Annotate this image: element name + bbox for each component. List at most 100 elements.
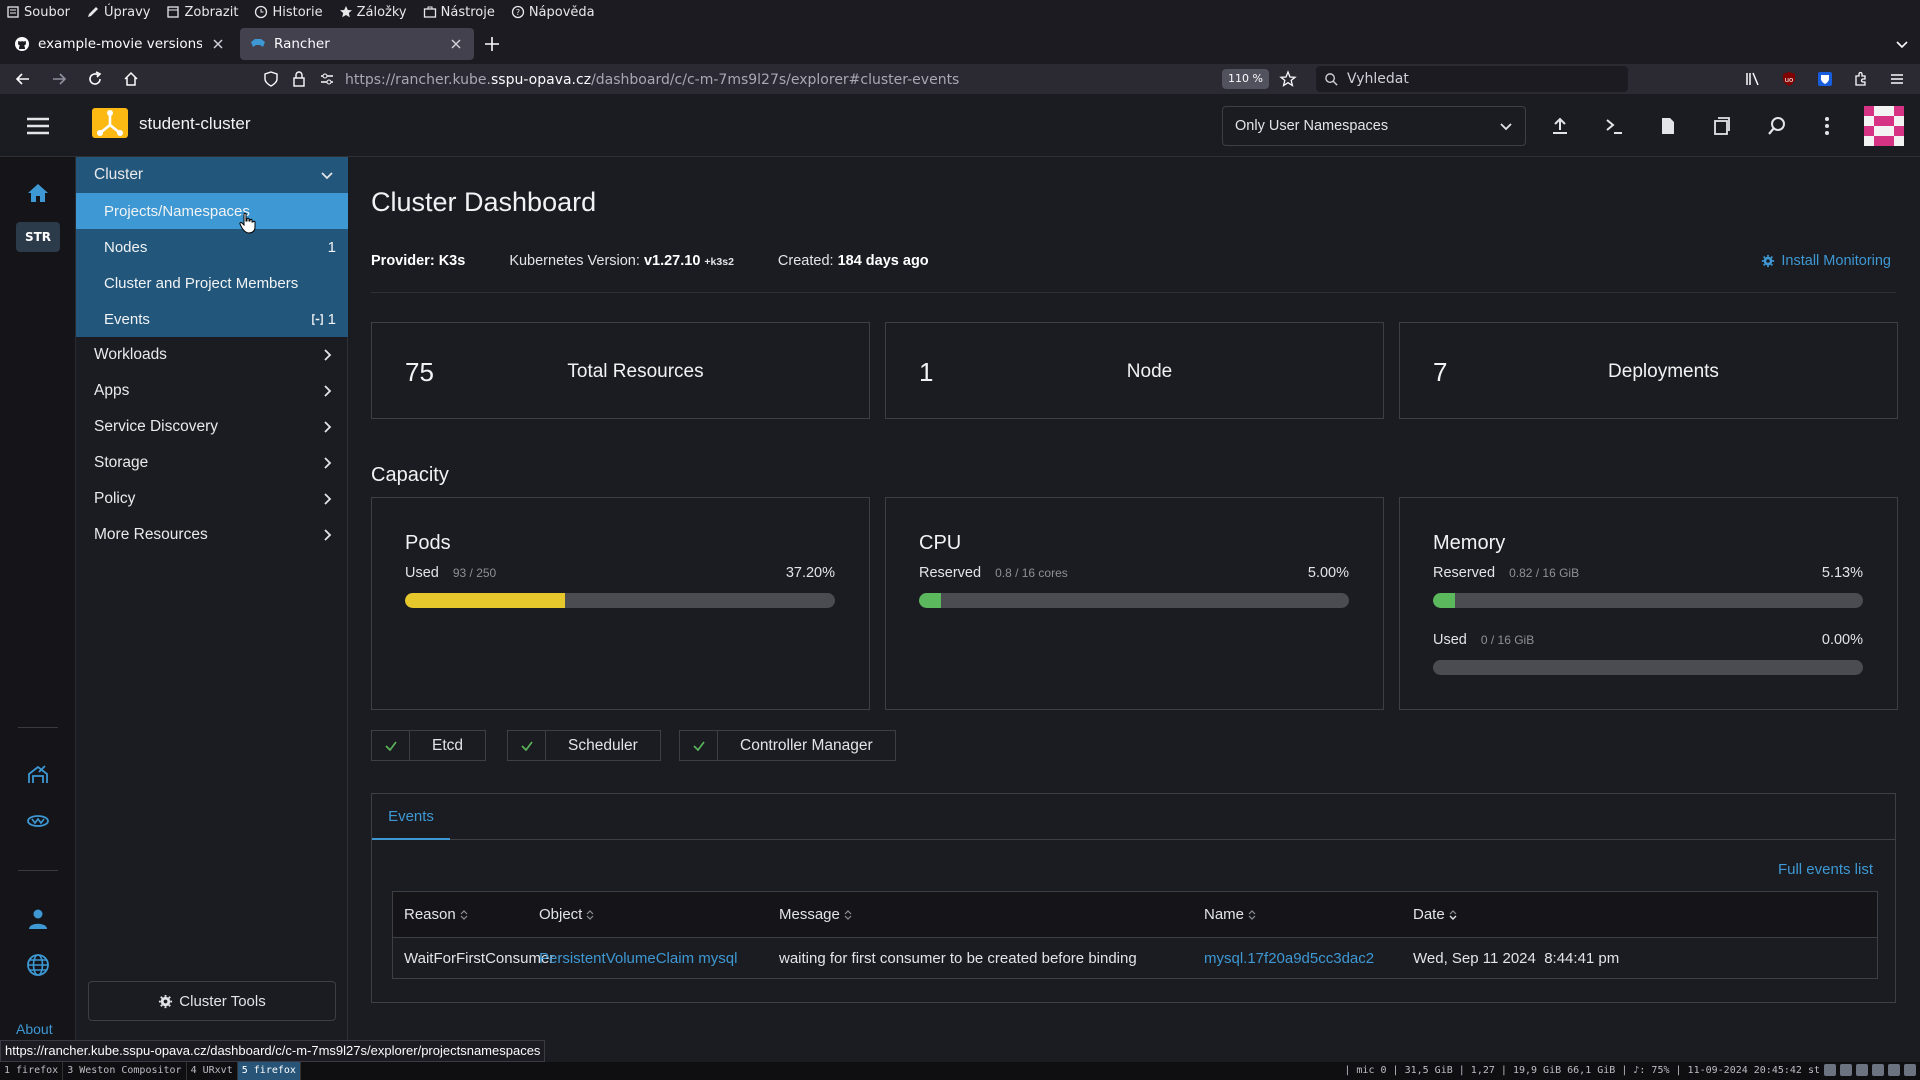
tab-events[interactable]: Events [372, 794, 450, 840]
gear-icon [159, 994, 173, 1008]
tray-icon[interactable] [1872, 1064, 1884, 1076]
library-icon[interactable] [1744, 70, 1762, 88]
cell-object-link[interactable]: PersistentVolumeClaim mysql [539, 950, 737, 967]
nav-group-more-resources[interactable]: More Resources [76, 517, 348, 553]
menu-history[interactable]: Historie [254, 5, 323, 20]
nav-group-storage[interactable]: Storage [76, 445, 348, 481]
shield-icon[interactable] [262, 70, 280, 88]
workspace-5[interactable]: 5 firefox [237, 1062, 301, 1080]
nav-group-service-discovery[interactable]: Service Discovery [76, 409, 348, 445]
memory-used-gauge: Used 0 / 16 GiB 0.00% [1433, 632, 1863, 675]
menu-tools[interactable]: Nástroje [423, 5, 495, 20]
tab-github[interactable]: example-movie versions · jar [4, 28, 236, 60]
capacity-card-title: Memory [1433, 532, 1506, 554]
lock-icon[interactable] [290, 70, 308, 88]
reload-icon[interactable] [86, 70, 104, 88]
check-icon [520, 741, 533, 751]
workspace-4[interactable]: 4 URxvt [187, 1062, 238, 1080]
nav-item-members[interactable]: Cluster and Project Members [76, 265, 348, 301]
pencil-icon [88, 7, 98, 17]
nav-item-nodes[interactable]: Nodes 1 [76, 229, 348, 265]
user-icon[interactable] [26, 907, 50, 931]
about-link[interactable]: About [16, 1021, 53, 1037]
search-icon[interactable] [1767, 116, 1787, 136]
check-icon [384, 741, 397, 751]
rail-divider [18, 727, 58, 728]
more-actions-icon[interactable] [1817, 116, 1837, 136]
virtualization-icon[interactable] [26, 809, 50, 833]
namespace-filter-select[interactable]: Only User Namespaces [1222, 106, 1526, 146]
column-date[interactable]: Date [1413, 906, 1458, 923]
menu-help[interactable]: ? Nápověda [511, 5, 595, 20]
permissions-icon[interactable] [318, 70, 336, 88]
nav-item-projects-namespaces[interactable]: Projects/Namespaces [76, 193, 348, 229]
full-events-link[interactable]: Full events list [1778, 861, 1873, 878]
zoom-indicator[interactable]: 110 % [1222, 69, 1269, 89]
nav-count: 1 [327, 310, 336, 328]
menu-view[interactable]: Zobrazit [166, 5, 238, 20]
nav-group-workloads[interactable]: Workloads [76, 337, 348, 373]
tray-icon[interactable] [1904, 1064, 1916, 1076]
install-monitoring-link[interactable]: Install Monitoring [1761, 253, 1891, 269]
column-message[interactable]: Message [779, 906, 853, 923]
new-tab-icon[interactable] [482, 34, 502, 54]
count-label: Node [1126, 361, 1173, 382]
count-total-resources[interactable]: 75 Total Resources [371, 322, 870, 419]
user-avatar[interactable] [1864, 106, 1904, 146]
rancher-header: student-cluster Only User Namespaces [0, 94, 1920, 157]
column-reason[interactable]: Reason [404, 906, 469, 923]
close-tab-icon[interactable] [448, 36, 464, 52]
column-object[interactable]: Object [539, 906, 595, 923]
workspace-3[interactable]: 3 Weston Compositor [63, 1062, 187, 1080]
cell-name-link[interactable]: mysql.17f20a9d5cc3dac2 [1204, 950, 1374, 967]
tray-icon[interactable] [1840, 1064, 1852, 1076]
home-icon[interactable] [26, 181, 50, 205]
import-yaml-icon[interactable] [1550, 116, 1570, 136]
cluster-name[interactable]: student-cluster [139, 114, 251, 134]
ublock-icon[interactable]: uo [1780, 70, 1798, 88]
search-input[interactable]: Vyhledat [1316, 66, 1628, 92]
chevron-down-icon [1500, 123, 1512, 131]
provider-info: Provider: K3s [371, 253, 466, 269]
close-tab-icon[interactable] [210, 36, 226, 52]
extensions-icon[interactable] [1852, 70, 1870, 88]
forward-icon[interactable] [50, 70, 68, 88]
fleet-icon[interactable] [26, 763, 50, 787]
column-name[interactable]: Name [1204, 906, 1257, 923]
chevron-down-icon[interactable] [1894, 36, 1910, 52]
component-controller-manager: Controller Manager [679, 730, 896, 761]
menu-edit[interactable]: Úpravy [86, 5, 150, 20]
globe-icon[interactable] [26, 953, 50, 977]
bookmark-star-icon[interactable] [1279, 70, 1297, 88]
menu-file[interactable]: Soubor [6, 5, 70, 20]
hamburger-menu-icon[interactable] [24, 114, 52, 138]
nav-item-events[interactable]: Events 1 [76, 301, 348, 337]
chevron-right-icon [324, 349, 332, 361]
sort-icon [586, 910, 594, 920]
bitwarden-icon[interactable] [1816, 70, 1834, 88]
home-icon[interactable] [122, 70, 140, 88]
nav-group-policy[interactable]: Policy [76, 481, 348, 517]
tab-rancher[interactable]: Rancher [240, 28, 474, 60]
events-tabs: Events [372, 794, 1895, 840]
nav-group-apps[interactable]: Apps [76, 373, 348, 409]
kubectl-shell-icon[interactable] [1604, 116, 1624, 136]
tray-icon[interactable] [1888, 1064, 1900, 1076]
workspace-1[interactable]: 1 firefox [0, 1062, 64, 1080]
app-menu-icon[interactable] [1888, 70, 1906, 88]
count-deployments[interactable]: 7 Deployments [1399, 322, 1898, 419]
cluster-tools-button[interactable]: Cluster Tools [88, 981, 336, 1021]
capacity-title: Capacity [371, 464, 449, 486]
sort-icon [844, 910, 852, 920]
download-kubeconfig-icon[interactable] [1658, 116, 1678, 136]
menu-bookmarks[interactable]: Záložky [339, 5, 407, 20]
tray-icon[interactable] [1824, 1064, 1836, 1076]
back-icon[interactable] [14, 70, 32, 88]
nav-group-cluster-header[interactable]: Cluster [76, 157, 348, 193]
github-icon [15, 37, 29, 51]
cluster-badge[interactable]: STR [16, 222, 60, 252]
tray-icon[interactable] [1856, 1064, 1868, 1076]
copy-kubeconfig-icon[interactable] [1712, 116, 1732, 136]
count-nodes[interactable]: 1 Node [885, 322, 1384, 419]
gauge-bar [1433, 660, 1863, 675]
